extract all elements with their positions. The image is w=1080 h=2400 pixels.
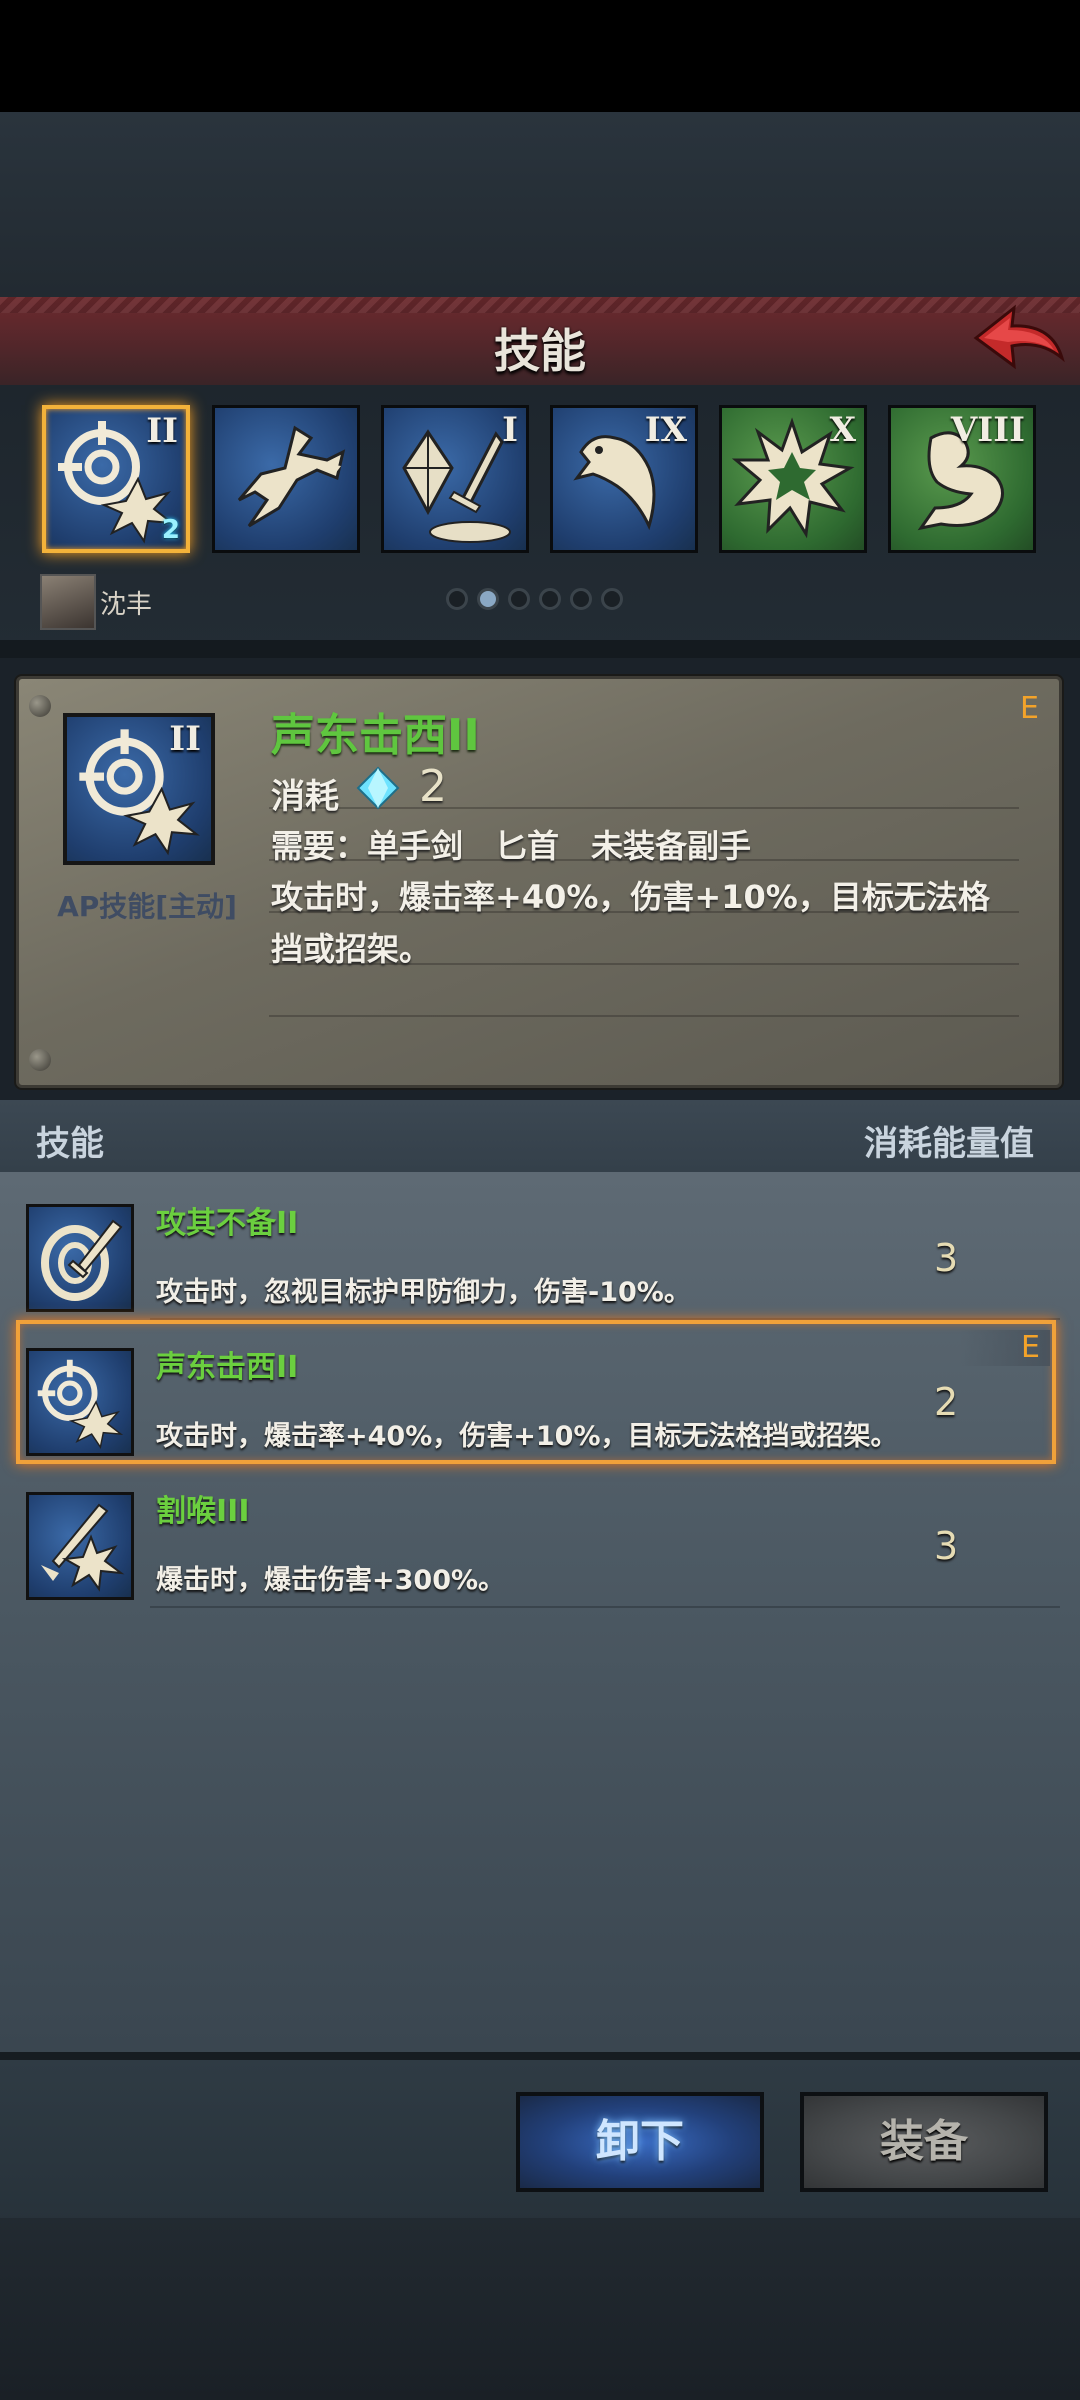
list-item[interactable]: 割喉III 爆击时，爆击伤害+300%。 3 [0, 1468, 1080, 1608]
shield-sword-icon [41, 1219, 123, 1301]
list-item-icon [26, 1348, 134, 1456]
dagger-burst-icon [41, 1503, 125, 1592]
page-dot[interactable] [570, 588, 592, 610]
skill-slot-3[interactable]: I [381, 405, 529, 553]
banner-decoration [0, 297, 1080, 313]
skill-slot-5[interactable]: X [719, 405, 867, 553]
skill-cost-badge: 2 [161, 515, 180, 545]
page-dot[interactable] [601, 588, 623, 610]
cost-value: 2 [419, 761, 447, 812]
list-item[interactable]: 攻其不备II 攻击时，忽视目标护甲防御力，伤害-10%。 3 [0, 1180, 1080, 1320]
column-header-skill: 技能 [36, 1124, 104, 1164]
page-dot[interactable] [446, 588, 468, 610]
grade-badge: E [1020, 691, 1039, 726]
dash-strike-icon [237, 425, 346, 528]
skill-slot-1[interactable]: II 2 [42, 405, 190, 553]
skill-slot-6[interactable]: VIII [888, 405, 1036, 553]
equip-button[interactable]: 装备 [800, 2092, 1048, 2192]
list-item-description: 攻击时，忽视目标护甲防御力，伤害-10%。 [156, 1277, 691, 1308]
energy-gem-icon [356, 766, 400, 810]
skill-slot-numeral: IX [644, 410, 687, 450]
list-item-cost: 3 [934, 1524, 959, 1568]
skills-list: 攻其不备II 攻击时，忽视目标护甲防御力，伤害-10%。 3 E 声东击西II … [0, 1172, 1080, 2052]
skill-slot-numeral: VIII [950, 410, 1025, 450]
skills-list-header: 技能 消耗能量值 [0, 1100, 1080, 1172]
list-item-cost: 2 [934, 1380, 959, 1424]
list-item-selected[interactable]: E 声东击西II 攻击时，爆击率+40%，伤害+10%，目标无法格挡或招架。 2 [0, 1320, 1080, 1464]
list-item-name: 割喉III [156, 1494, 250, 1529]
weapon-requirement: 需要：单手剑 匕首 未装备副手 [271, 827, 752, 865]
list-item-icon [26, 1492, 134, 1600]
status-bar [0, 0, 1080, 112]
crosshair-burst-icon [37, 1359, 124, 1450]
row-separator [150, 1606, 1060, 1608]
skill-detail-card: II AP技能[主动] 声东击西II E 消耗 2 需要：单手剑 匕首 未装备副… [16, 676, 1062, 1088]
column-header-cost: 消耗能量值 [864, 1124, 1034, 1164]
skill-slot-2[interactable] [212, 405, 360, 553]
skill-description: 攻击时，爆击率+40%，伤害+10%，目标无法格挡或招架。 [271, 878, 990, 968]
character-name: 沈丰 [100, 590, 153, 620]
detail-skill-name: 声东击西II [271, 710, 480, 761]
lower-background [0, 2218, 1080, 2400]
list-item-name: 攻其不备II [156, 1206, 299, 1241]
page-title: 技能 [494, 324, 586, 378]
skill-slot-4[interactable]: IX [550, 405, 698, 553]
back-arrow-icon [973, 304, 1065, 370]
back-button[interactable] [968, 300, 1068, 380]
page-dot[interactable] [539, 588, 561, 610]
skill-slot-numeral: X [829, 410, 856, 450]
title-banner: 技能 [0, 297, 1080, 388]
ruled-line [269, 1015, 1019, 1017]
section-divider [0, 640, 1080, 658]
avatar [40, 574, 96, 630]
page-dot-active[interactable] [477, 588, 499, 610]
list-item-name: 声东击西II [156, 1350, 299, 1385]
cost-label: 消耗 [271, 777, 339, 817]
unequip-button[interactable]: 卸下 [516, 2092, 764, 2192]
rivet [29, 1049, 51, 1071]
detail-skill-icon: II [63, 713, 215, 865]
list-item-cost: 3 [934, 1236, 959, 1280]
list-item-description: 爆击时，爆击伤害+300%。 [156, 1565, 506, 1596]
grade-badge: E [960, 1330, 1050, 1366]
page-dot[interactable] [508, 588, 530, 610]
detail-icon-numeral: II [169, 719, 201, 759]
list-item-description: 攻击时，爆击率+40%，伤害+10%，目标无法格挡或招架。 [156, 1421, 898, 1452]
skill-slot-numeral: II [146, 411, 178, 451]
rivet [29, 695, 51, 717]
list-item-icon [26, 1204, 134, 1312]
skill-type-label: AP技能[主动] [57, 890, 237, 923]
skill-slot-numeral: I [502, 410, 518, 450]
upper-background [0, 112, 1080, 297]
